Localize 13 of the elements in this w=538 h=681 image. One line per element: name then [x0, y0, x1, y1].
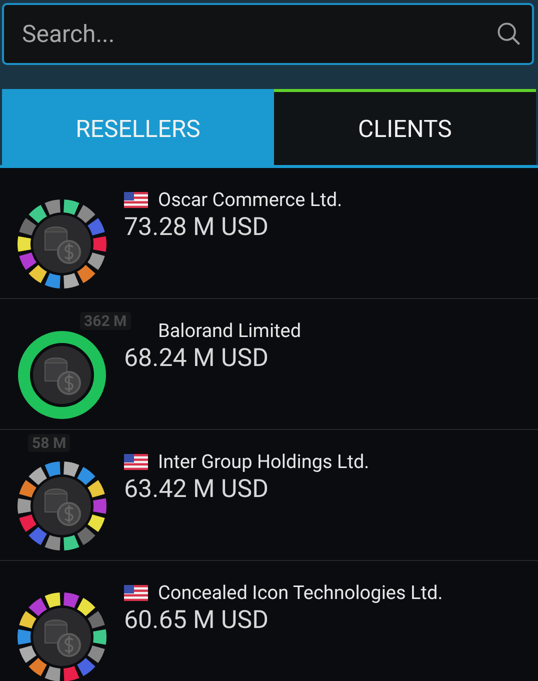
search-field[interactable]: Search...	[2, 3, 534, 65]
revenue-amount: 63.42 M USD	[124, 475, 270, 504]
reseller-name: Inter Group Holdings Ltd.	[158, 450, 370, 473]
reseller-row[interactable]: Oscar Commerce Ltd. 73.28 M USD	[0, 168, 538, 299]
reseller-name: Concealed Icon Technologies Ltd.	[158, 581, 443, 604]
revenue-amount: 60.65 M USD	[124, 606, 270, 635]
reseller-row[interactable]: Concealed Icon Technologies Ltd. 60.65 M USD	[0, 561, 538, 681]
reseller-name: Balorand Limited	[158, 319, 302, 342]
reseller-name: Oscar Commerce Ltd.	[158, 188, 342, 211]
revenue-amount: 68.24 M USD	[124, 344, 270, 373]
tab[interactable]: CLIENTS	[274, 89, 536, 165]
revenue-amount: 73.28 M USD	[124, 213, 270, 242]
search-icon[interactable]	[496, 21, 522, 47]
